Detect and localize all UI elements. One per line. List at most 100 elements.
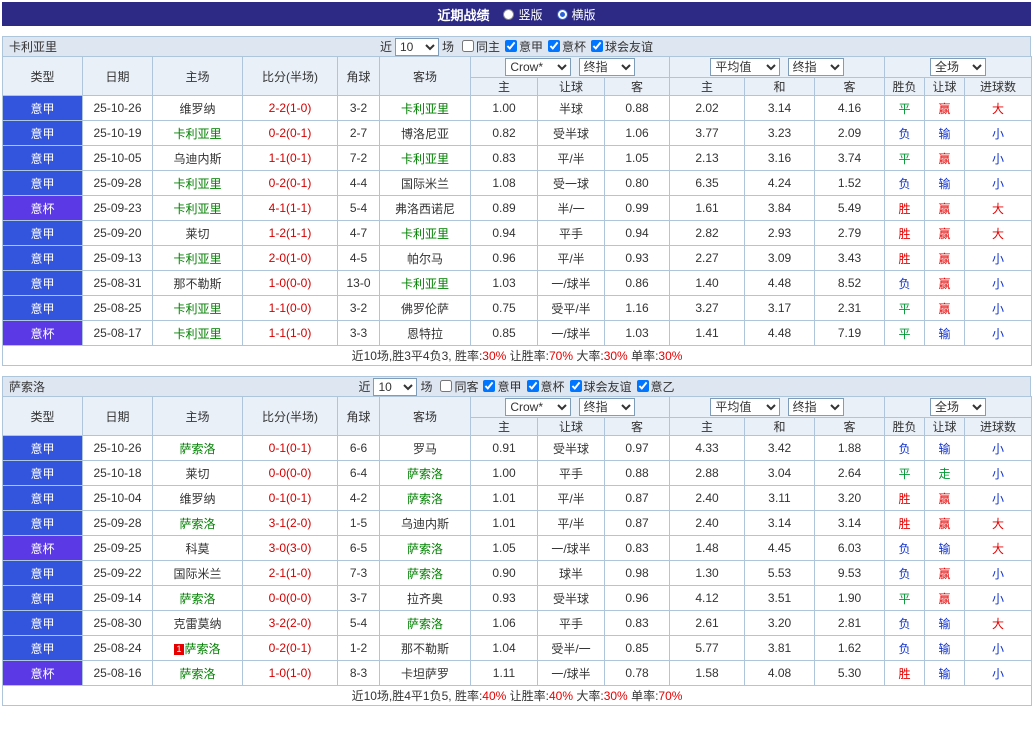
away-team-cell[interactable]: 罗马 (380, 436, 471, 461)
euro-stage-select[interactable]: 终指 (788, 58, 844, 76)
away-team-cell[interactable]: 拉齐奥 (380, 586, 471, 611)
filter-checkbox-意杯[interactable]: 意杯 (527, 378, 565, 395)
radio-vertical-layout[interactable]: 竖版 (503, 6, 542, 23)
checkbox-input[interactable] (483, 380, 495, 392)
away-team-cell[interactable]: 卡利亚里 (380, 146, 471, 171)
score-cell[interactable]: 4-1(1-1) (243, 196, 338, 221)
away-team-cell[interactable]: 恩特拉 (380, 321, 471, 346)
home-team-cell[interactable]: 卡利亚里 (153, 246, 243, 271)
radio-horizontal-layout[interactable]: 横版 (557, 6, 596, 23)
match-row: 意甲25-09-22国际米兰2-1(1-0)7-3萨索洛0.90球半0.981.… (3, 561, 1032, 586)
home-team-cell[interactable]: 萨索洛 (153, 436, 243, 461)
checkbox-input[interactable] (527, 380, 539, 392)
score-cell[interactable]: 3-1(2-0) (243, 511, 338, 536)
home-team-cell[interactable]: 莱切 (153, 221, 243, 246)
filter-checkbox-意乙[interactable]: 意乙 (637, 378, 675, 395)
away-team-cell[interactable]: 卡坦萨罗 (380, 661, 471, 686)
euro-average-select[interactable]: 平均值 (710, 58, 780, 76)
euro-average-select[interactable]: 平均值 (710, 398, 780, 416)
score-cell[interactable]: 1-1(1-0) (243, 321, 338, 346)
filter-checkbox-球会友谊[interactable]: 球会友谊 (591, 38, 653, 55)
col-away: 客场 (380, 57, 471, 96)
score-cell[interactable]: 0-2(0-1) (243, 121, 338, 146)
section-team-name: 萨索洛 (9, 378, 45, 395)
score-cell[interactable]: 1-1(0-0) (243, 296, 338, 321)
score-cell[interactable]: 3-0(3-0) (243, 536, 338, 561)
home-team-cell[interactable]: 国际米兰 (153, 561, 243, 586)
match-count-select[interactable]: 10 (395, 38, 439, 56)
score-cell[interactable]: 0-2(0-1) (243, 171, 338, 196)
home-team-cell[interactable]: 科莫 (153, 536, 243, 561)
filter-checkbox-球会友谊[interactable]: 球会友谊 (570, 378, 632, 395)
checkbox-input[interactable] (591, 40, 603, 52)
away-team-cell[interactable]: 萨索洛 (380, 611, 471, 636)
score-cell[interactable]: 0-2(0-1) (243, 636, 338, 661)
score-cell[interactable]: 0-0(0-0) (243, 586, 338, 611)
euro-stage-select[interactable]: 终指 (788, 398, 844, 416)
home-team-cell[interactable]: 乌迪内斯 (153, 146, 243, 171)
score-cell[interactable]: 2-0(1-0) (243, 246, 338, 271)
away-team-cell[interactable]: 萨索洛 (380, 536, 471, 561)
home-team-cell[interactable]: 那不勒斯 (153, 271, 243, 296)
bookmaker-select[interactable]: Crow* (505, 398, 571, 416)
score-cell[interactable]: 1-2(1-1) (243, 221, 338, 246)
score-cell[interactable]: 0-0(0-0) (243, 461, 338, 486)
home-team-cell[interactable]: 维罗纳 (153, 96, 243, 121)
away-team-cell[interactable]: 帕尔马 (380, 246, 471, 271)
filter-checkbox-同客[interactable]: 同客 (440, 378, 478, 395)
checkbox-input[interactable] (548, 40, 560, 52)
scope-select[interactable]: 全场 (930, 58, 986, 76)
checkbox-label: 意杯 (541, 378, 565, 395)
league-type-cell: 意甲 (3, 436, 83, 461)
home-team-cell[interactable]: 卡利亚里 (153, 321, 243, 346)
score-cell[interactable]: 0-1(0-1) (243, 486, 338, 511)
score-cell[interactable]: 1-1(0-1) (243, 146, 338, 171)
away-team-cell[interactable]: 乌迪内斯 (380, 511, 471, 536)
away-team-cell[interactable]: 国际米兰 (380, 171, 471, 196)
goals-cell: 大 (965, 96, 1032, 121)
score-cell[interactable]: 0-1(0-1) (243, 436, 338, 461)
home-team-cell[interactable]: 维罗纳 (153, 486, 243, 511)
home-team-cell[interactable]: 卡利亚里 (153, 296, 243, 321)
away-team-cell[interactable]: 卡利亚里 (380, 96, 471, 121)
outcome-cell: 负 (885, 171, 925, 196)
home-team-cell[interactable]: 1萨索洛 (153, 636, 243, 661)
bookmaker-select[interactable]: Crow* (505, 58, 571, 76)
home-team-cell[interactable]: 莱切 (153, 461, 243, 486)
checkbox-input[interactable] (570, 380, 582, 392)
away-team-cell[interactable]: 佛罗伦萨 (380, 296, 471, 321)
home-team-cell[interactable]: 卡利亚里 (153, 121, 243, 146)
scope-select[interactable]: 全场 (930, 398, 986, 416)
score-cell[interactable]: 1-0(1-0) (243, 661, 338, 686)
home-team-cell[interactable]: 卡利亚里 (153, 196, 243, 221)
score-cell[interactable]: 2-2(1-0) (243, 96, 338, 121)
away-team-cell[interactable]: 萨索洛 (380, 561, 471, 586)
checkbox-input[interactable] (440, 380, 452, 392)
asian-stage-select[interactable]: 终指 (579, 58, 635, 76)
home-team-cell[interactable]: 萨索洛 (153, 661, 243, 686)
away-team-cell[interactable]: 那不勒斯 (380, 636, 471, 661)
away-team-cell[interactable]: 萨索洛 (380, 486, 471, 511)
checkbox-input[interactable] (462, 40, 474, 52)
checkbox-input[interactable] (637, 380, 649, 392)
home-team-cell[interactable]: 萨索洛 (153, 511, 243, 536)
asian-stage-select[interactable]: 终指 (579, 398, 635, 416)
score-cell[interactable]: 2-1(1-0) (243, 561, 338, 586)
filter-checkbox-意甲[interactable]: 意甲 (505, 38, 543, 55)
home-team-cell[interactable]: 卡利亚里 (153, 171, 243, 196)
checkbox-input[interactable] (505, 40, 517, 52)
score-cell[interactable]: 1-0(0-0) (243, 271, 338, 296)
handicap-result-cell: 输 (925, 661, 965, 686)
home-team-cell[interactable]: 克雷莫纳 (153, 611, 243, 636)
away-team-cell[interactable]: 弗洛西诺尼 (380, 196, 471, 221)
match-count-select[interactable]: 10 (373, 378, 417, 396)
filter-checkbox-意甲[interactable]: 意甲 (483, 378, 521, 395)
away-team-cell[interactable]: 萨索洛 (380, 461, 471, 486)
away-team-cell[interactable]: 博洛尼亚 (380, 121, 471, 146)
score-cell[interactable]: 3-2(2-0) (243, 611, 338, 636)
away-team-cell[interactable]: 卡利亚里 (380, 271, 471, 296)
filter-checkbox-同主[interactable]: 同主 (462, 38, 500, 55)
filter-checkbox-意杯[interactable]: 意杯 (548, 38, 586, 55)
away-team-cell[interactable]: 卡利亚里 (380, 221, 471, 246)
home-team-cell[interactable]: 萨索洛 (153, 586, 243, 611)
